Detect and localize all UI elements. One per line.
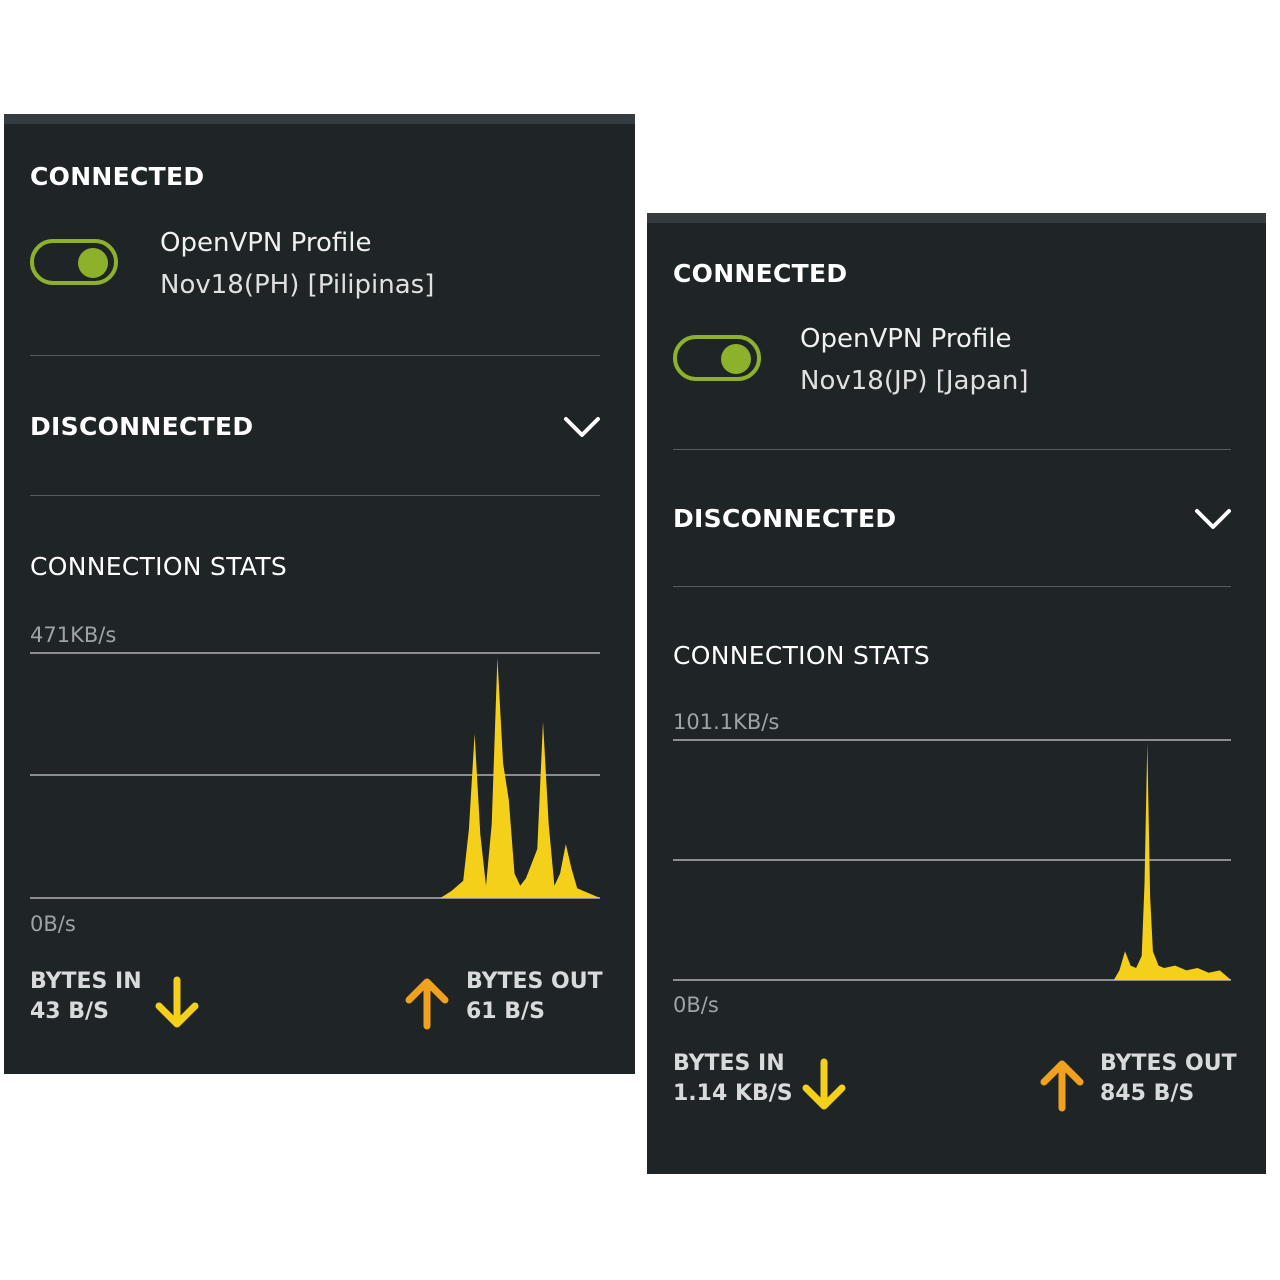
max-rate-label: 471KB/s: [30, 623, 117, 647]
divider: [673, 449, 1231, 450]
arrow-down-icon: [802, 1058, 846, 1110]
traffic-area: [30, 657, 600, 898]
connected-title: CONNECTED: [673, 259, 848, 288]
bytes-in-label: BYTES IN: [30, 969, 142, 994]
disconnected-title[interactable]: DISCONNECTED: [673, 504, 896, 533]
vpn-panel-ph: CONNECTED OpenVPN Profile Nov18(PH) [Pil…: [4, 114, 635, 1074]
profile-name: OpenVPN Profile: [800, 324, 1012, 354]
bytes-out-value: 845 B/S: [1100, 1081, 1195, 1106]
arrow-up-icon: [405, 978, 449, 1030]
bytes-out-label: BYTES OUT: [1100, 1051, 1237, 1076]
bytes-out-label: BYTES OUT: [466, 969, 603, 994]
connection-stats-title: CONNECTION STATS: [30, 552, 288, 581]
arrow-down-icon: [155, 976, 199, 1028]
toggle-knob: [78, 248, 108, 278]
bandwidth-chart: [30, 657, 600, 898]
profile-server: Nov18(PH) [Pilipinas]: [160, 270, 435, 300]
bytes-in-value: 1.14 KB/S: [673, 1081, 793, 1106]
max-rate-label: 101.1KB/s: [673, 710, 780, 734]
vpn-toggle[interactable]: [30, 239, 118, 285]
chevron-down-icon[interactable]: [562, 414, 602, 440]
connected-title: CONNECTED: [30, 162, 205, 191]
min-rate-label: 0B/s: [30, 912, 76, 936]
min-rate-label: 0B/s: [673, 993, 719, 1017]
connection-stats-title: CONNECTION STATS: [673, 641, 931, 670]
bandwidth-chart: [673, 742, 1231, 980]
divider: [30, 355, 600, 356]
bytes-out-value: 61 B/S: [466, 999, 545, 1024]
bytes-in-value: 43 B/S: [30, 999, 109, 1024]
vpn-panel-jp: CONNECTED OpenVPN Profile Nov18(JP) [Jap…: [647, 213, 1266, 1174]
vpn-toggle[interactable]: [673, 335, 761, 381]
divider: [30, 495, 600, 496]
profile-name: OpenVPN Profile: [160, 228, 372, 258]
arrow-up-icon: [1040, 1060, 1084, 1112]
bytes-in-label: BYTES IN: [673, 1051, 785, 1076]
profile-server: Nov18(JP) [Japan]: [800, 366, 1029, 396]
disconnected-title[interactable]: DISCONNECTED: [30, 412, 253, 441]
chevron-down-icon[interactable]: [1193, 506, 1233, 532]
traffic-area: [673, 742, 1231, 980]
divider: [673, 586, 1231, 587]
toggle-knob: [721, 344, 751, 374]
